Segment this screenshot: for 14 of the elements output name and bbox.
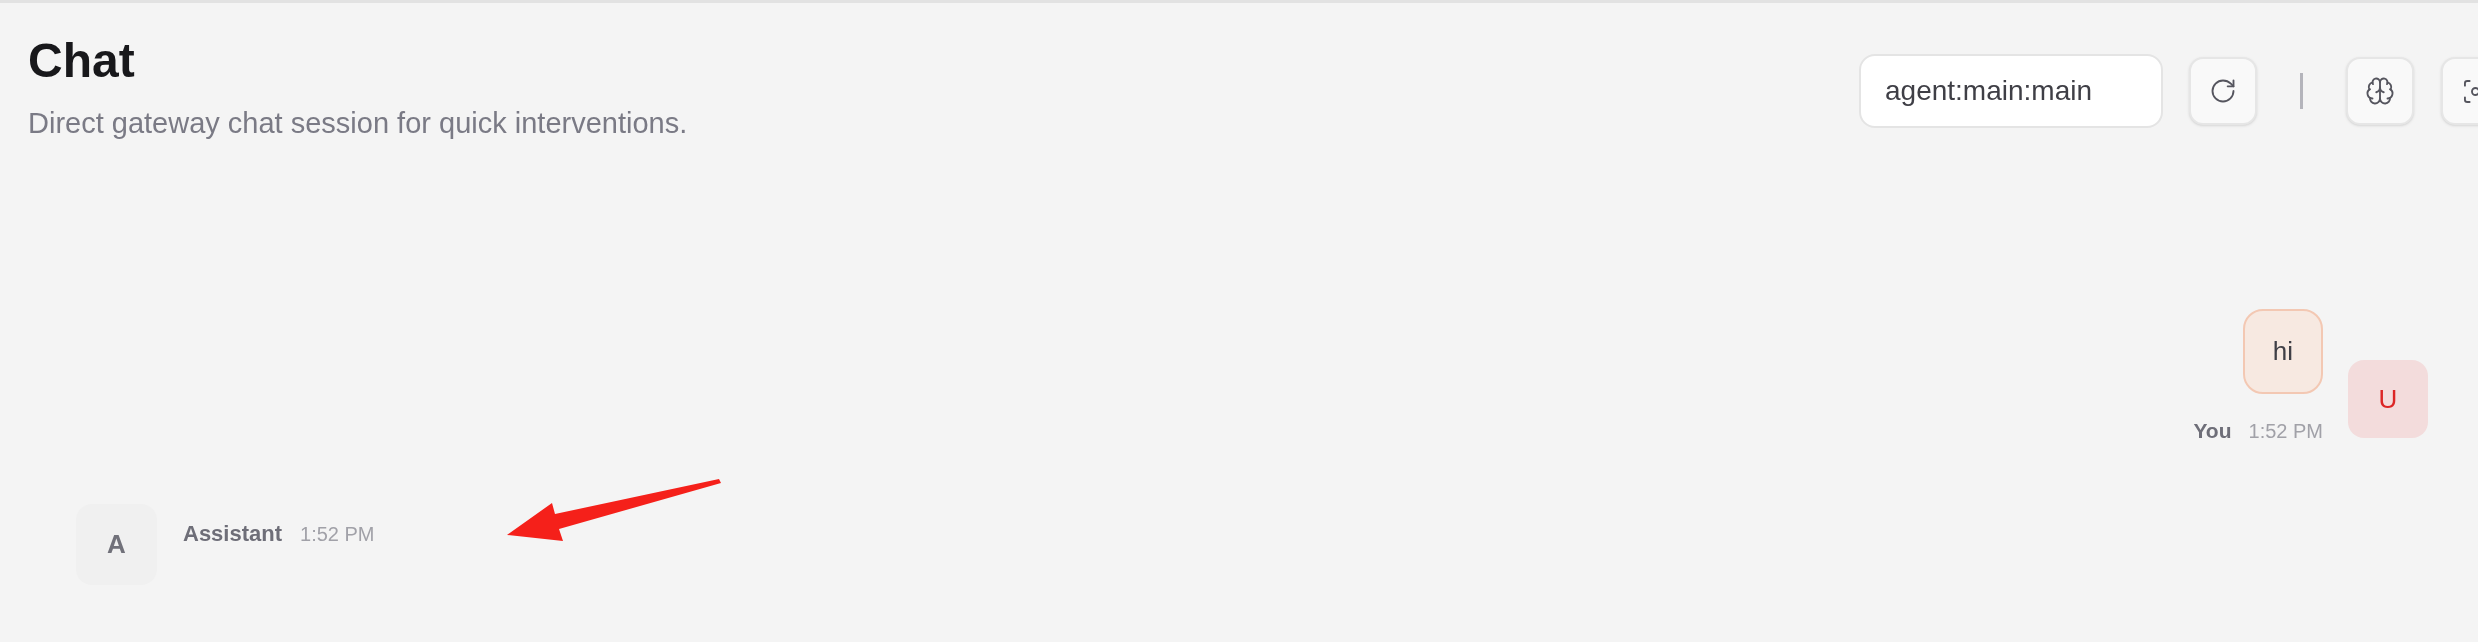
- sender-name: Assistant: [183, 523, 283, 545]
- message-bubble: hi: [2242, 309, 2323, 394]
- assistant-avatar: A: [76, 504, 157, 585]
- user-avatar: U: [2348, 360, 2428, 438]
- sender-name: You: [2193, 420, 2232, 441]
- brain-button[interactable]: [2346, 57, 2414, 125]
- refresh-icon: [2209, 77, 2237, 105]
- page-subtitle: Direct gateway chat session for quick interventions.: [28, 109, 688, 138]
- page-title: Chat: [28, 37, 135, 85]
- message-time: 1:52 PM: [300, 524, 375, 544]
- refresh-button[interactable]: [2189, 57, 2257, 125]
- brain-icon: [2365, 76, 2395, 106]
- message-time: 1:52 PM: [2248, 421, 2323, 441]
- session-field[interactable]: agent:main:main: [1859, 54, 2163, 128]
